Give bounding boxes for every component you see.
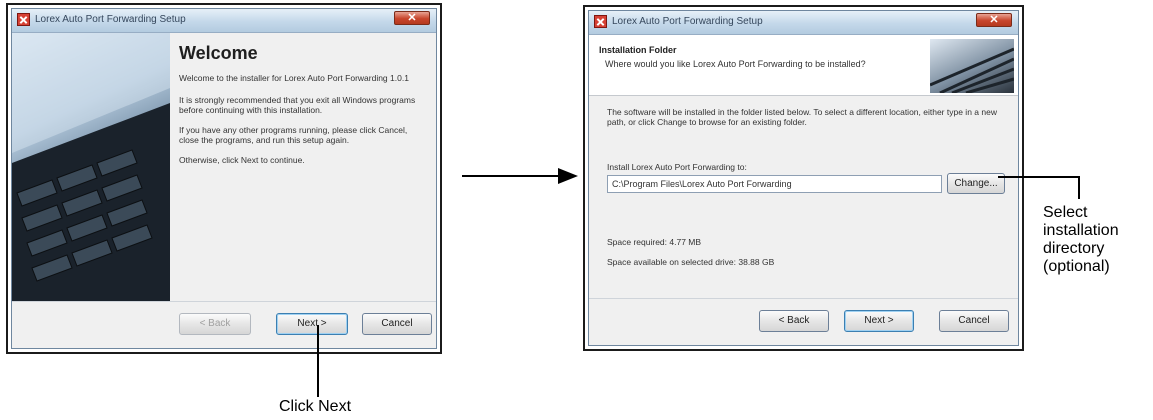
callout-line-4: (optional) xyxy=(1043,258,1110,275)
close-button[interactable]: ✕ xyxy=(976,13,1012,27)
cancel-instructions-text: If you have any other programs running, … xyxy=(179,125,408,145)
back-button[interactable]: < Back xyxy=(759,310,829,332)
install-path-input[interactable]: C:\Program Files\Lorex Auto Port Forward… xyxy=(607,175,942,193)
title-bar[interactable]: Lorex Auto Port Forwarding Setup ✕ xyxy=(12,9,436,33)
select-dir-callout: Select installation directory (optional) xyxy=(1043,204,1119,276)
select-dir-leader-horizontal xyxy=(998,176,1080,178)
click-next-leader-line xyxy=(317,325,319,397)
space-available-text: Space available on selected drive: 38.88… xyxy=(607,257,775,267)
continue-instructions-text: Otherwise, click Next to continue. xyxy=(179,155,305,165)
keyboard-hero-image xyxy=(12,33,170,302)
callout-line-1: Select xyxy=(1043,204,1088,221)
cancel-button[interactable]: Cancel xyxy=(939,310,1009,332)
folder-description-text: The software will be installed in the fo… xyxy=(607,107,997,127)
next-button[interactable]: Next > xyxy=(276,313,348,335)
window-title: Lorex Auto Port Forwarding Setup xyxy=(35,14,186,25)
app-icon xyxy=(17,13,30,26)
flow-arrow-head xyxy=(558,168,578,184)
callout-line-2: installation xyxy=(1043,222,1119,239)
header-subtitle: Where would you like Lorex Auto Port For… xyxy=(605,59,866,69)
welcome-dialog: Lorex Auto Port Forwarding Setup ✕ Welco… xyxy=(11,8,437,349)
installation-folder-dialog: Lorex Auto Port Forwarding Setup ✕ Insta… xyxy=(588,10,1019,346)
installation-folder-content: Installation Folder Where would you like… xyxy=(589,35,1018,299)
dialog-header: Installation Folder Where would you like… xyxy=(589,35,1018,96)
callout-line-3: directory xyxy=(1043,240,1105,257)
welcome-intro-text: Welcome to the installer for Lorex Auto … xyxy=(179,73,409,83)
install-location-label: Install Lorex Auto Port Forwarding to: xyxy=(607,162,747,172)
header-title: Installation Folder xyxy=(599,45,677,55)
exit-programs-text: It is strongly recommended that you exit… xyxy=(179,95,416,115)
title-bar[interactable]: Lorex Auto Port Forwarding Setup ✕ xyxy=(589,11,1018,35)
installation-folder-screenshot: Lorex Auto Port Forwarding Setup ✕ Insta… xyxy=(583,5,1024,351)
back-button[interactable]: < Back xyxy=(179,313,251,335)
window-title: Lorex Auto Port Forwarding Setup xyxy=(612,16,763,27)
flow-arrow-line xyxy=(462,175,561,177)
close-button[interactable]: ✕ xyxy=(394,11,430,25)
button-bar: < Back Next > Cancel xyxy=(12,301,436,348)
space-required-text: Space required: 4.77 MB xyxy=(607,237,702,247)
welcome-content: Welcome Welcome to the installer for Lor… xyxy=(12,33,436,302)
button-bar: < Back Next > Cancel xyxy=(589,298,1018,345)
welcome-heading: Welcome xyxy=(179,43,258,63)
app-icon xyxy=(594,15,607,28)
click-next-callout: Click Next xyxy=(279,398,352,415)
change-button[interactable]: Change... xyxy=(947,173,1005,194)
keyboard-header-image xyxy=(930,39,1014,93)
select-dir-leader-vertical xyxy=(1078,176,1080,199)
cancel-button[interactable]: Cancel xyxy=(362,313,432,335)
next-button[interactable]: Next > xyxy=(844,310,914,332)
welcome-screenshot: Lorex Auto Port Forwarding Setup ✕ Welco… xyxy=(6,3,442,354)
